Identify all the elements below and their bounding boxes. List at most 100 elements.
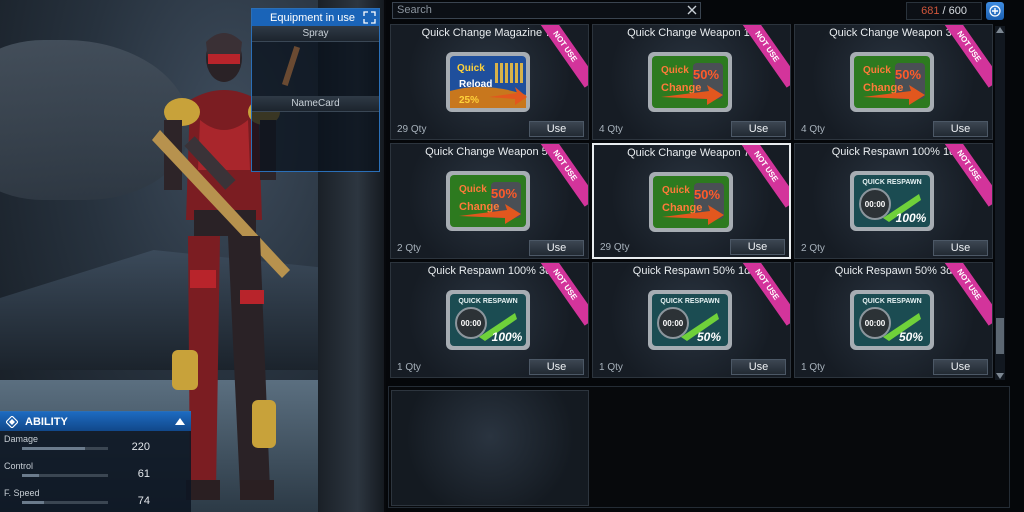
expand-icon[interactable] xyxy=(363,11,376,24)
slot-spray[interactable] xyxy=(252,42,379,96)
character-preview: Equipment in use Spray NameCard ABILITY … xyxy=(0,0,384,512)
stat-bar-fill xyxy=(22,447,85,450)
item-card[interactable]: Quick Respawn 100% 1d QUICK RESPAWN 00:0… xyxy=(794,143,993,259)
scroll-down-icon[interactable] xyxy=(996,373,1004,379)
equipment-panel: Equipment in use Spray NameCard xyxy=(251,8,380,172)
slot-spray-label: Spray xyxy=(252,26,379,42)
collapse-icon[interactable] xyxy=(175,418,185,425)
item-card[interactable]: Quick Change Weapon 7d Quick 50% Change … xyxy=(592,143,791,259)
ability-panel: ABILITY Damage 220 Control 61 F. Speed 7… xyxy=(0,411,191,512)
icon-label: QUICK RESPAWN xyxy=(660,298,719,305)
icon-label: 00:00 xyxy=(865,200,886,209)
icon-label: Change xyxy=(662,202,702,214)
equipment-header: Equipment in use xyxy=(252,9,379,26)
stat-name: Control xyxy=(4,461,34,471)
use-button[interactable]: Use xyxy=(933,359,988,375)
quick-respawn-icon: QUICK RESPAWN 00:00 50% xyxy=(850,290,934,350)
icon-label: 50% xyxy=(491,186,517,201)
icon-label: Quick xyxy=(662,185,690,196)
stat-fspeed: F. Speed 74 xyxy=(0,485,191,512)
stat-value: 61 xyxy=(137,468,150,480)
quick-change-icon: Quick 50% Change xyxy=(446,171,530,231)
icon-label: Reload xyxy=(459,79,492,90)
quick-respawn-icon: QUICK RESPAWN 00:00 100% xyxy=(850,171,934,231)
stat-bar-fill xyxy=(22,501,44,504)
stat-name: Damage xyxy=(4,434,39,444)
stat-control: Control 61 xyxy=(0,458,191,485)
item-card[interactable]: Quick Respawn 50% 1d QUICK RESPAWN 00:00… xyxy=(592,262,791,378)
stat-bar xyxy=(22,474,108,477)
diamond-icon xyxy=(6,415,18,428)
use-button[interactable]: Use xyxy=(529,359,584,375)
slot-namecard-label: NameCard xyxy=(252,96,379,112)
item-quantity: 4 Qty xyxy=(599,124,623,135)
item-card[interactable]: Quick Respawn 50% 3d QUICK RESPAWN 00:00… xyxy=(794,262,993,378)
stat-bar xyxy=(22,447,108,450)
quick-reload-icon: Quick Reload 25% xyxy=(446,52,530,112)
item-quantity: 2 Qty xyxy=(397,243,421,254)
item-card[interactable]: Quick Respawn 100% 3d QUICK RESPAWN 00:0… xyxy=(390,262,589,378)
quick-change-icon: Quick 50% Change xyxy=(648,52,732,112)
capacity-max: / 600 xyxy=(942,5,967,17)
add-capacity-button[interactable] xyxy=(986,2,1004,20)
icon-label: QUICK RESPAWN xyxy=(862,298,921,305)
icon-label: Quick xyxy=(457,63,485,74)
use-button[interactable]: Use xyxy=(933,121,988,137)
scroll-up-icon[interactable] xyxy=(996,27,1004,33)
item-grid: Quick Change Magazine 7d Quick Reload 25… xyxy=(390,24,994,382)
ability-header[interactable]: ABILITY xyxy=(0,412,191,431)
icon-label: Quick xyxy=(863,65,891,76)
use-button[interactable]: Use xyxy=(933,240,988,256)
icon-label: 100% xyxy=(896,211,927,225)
item-card[interactable]: Quick Change Magazine 7d Quick Reload 25… xyxy=(390,24,589,140)
use-button[interactable]: Use xyxy=(731,121,786,137)
icon-label: 50% xyxy=(697,330,721,344)
search-input[interactable]: Search xyxy=(392,2,701,19)
quick-change-icon: Quick 50% Change xyxy=(649,172,733,232)
equipment-title: Equipment in use xyxy=(270,11,355,24)
spray-item-icon xyxy=(281,46,301,86)
icon-label: QUICK RESPAWN xyxy=(458,298,517,305)
item-quantity: 29 Qty xyxy=(600,242,630,253)
item-card[interactable]: Quick Change Weapon 5d Quick 50% Change … xyxy=(390,143,589,259)
item-preview-slot xyxy=(391,390,589,506)
stat-value: 74 xyxy=(137,495,150,507)
item-card[interactable]: Quick Change Weapon 3d Quick 50% Change … xyxy=(794,24,993,140)
icon-label: 00:00 xyxy=(663,319,684,328)
stat-value: 220 xyxy=(131,441,150,453)
clear-search-icon[interactable] xyxy=(686,4,698,16)
item-grid-scrollbar[interactable] xyxy=(995,26,1005,380)
quick-respawn-icon: QUICK RESPAWN 00:00 50% xyxy=(648,290,732,350)
item-quantity: 2 Qty xyxy=(801,243,825,254)
item-quantity: 1 Qty xyxy=(397,362,421,373)
item-quantity: 1 Qty xyxy=(599,362,623,373)
use-button[interactable]: Use xyxy=(731,359,786,375)
stat-damage: Damage 220 xyxy=(0,431,191,458)
icon-label: 25% xyxy=(459,95,479,106)
icon-label: Quick xyxy=(661,65,689,76)
icon-label: 50% xyxy=(693,67,719,82)
icon-label: 50% xyxy=(899,330,923,344)
item-quantity: 4 Qty xyxy=(801,124,825,135)
quick-respawn-icon: QUICK RESPAWN 00:00 100% xyxy=(446,290,530,350)
item-quantity: 1 Qty xyxy=(801,362,825,373)
icon-label: Change xyxy=(863,82,903,94)
item-quantity: 29 Qty xyxy=(397,124,427,135)
use-button[interactable]: Use xyxy=(730,239,785,255)
icon-label: Quick xyxy=(459,184,487,195)
stat-bar xyxy=(22,501,108,504)
stat-name: F. Speed xyxy=(4,488,40,498)
icon-label: 50% xyxy=(694,187,720,202)
icon-label: QUICK RESPAWN xyxy=(862,179,921,186)
plus-circle-icon xyxy=(989,5,1001,17)
use-button[interactable]: Use xyxy=(529,240,584,256)
icon-label: Change xyxy=(661,82,701,94)
inventory-capacity: 681 / 600 xyxy=(906,2,982,20)
item-card[interactable]: Quick Change Weapon 1d Quick 50% Change … xyxy=(592,24,791,140)
icon-label: 00:00 xyxy=(461,319,482,328)
icon-label: 100% xyxy=(492,330,523,344)
slot-namecard[interactable] xyxy=(252,112,379,166)
use-button[interactable]: Use xyxy=(529,121,584,137)
capacity-used: 681 xyxy=(921,5,940,17)
scroll-thumb[interactable] xyxy=(996,318,1004,354)
